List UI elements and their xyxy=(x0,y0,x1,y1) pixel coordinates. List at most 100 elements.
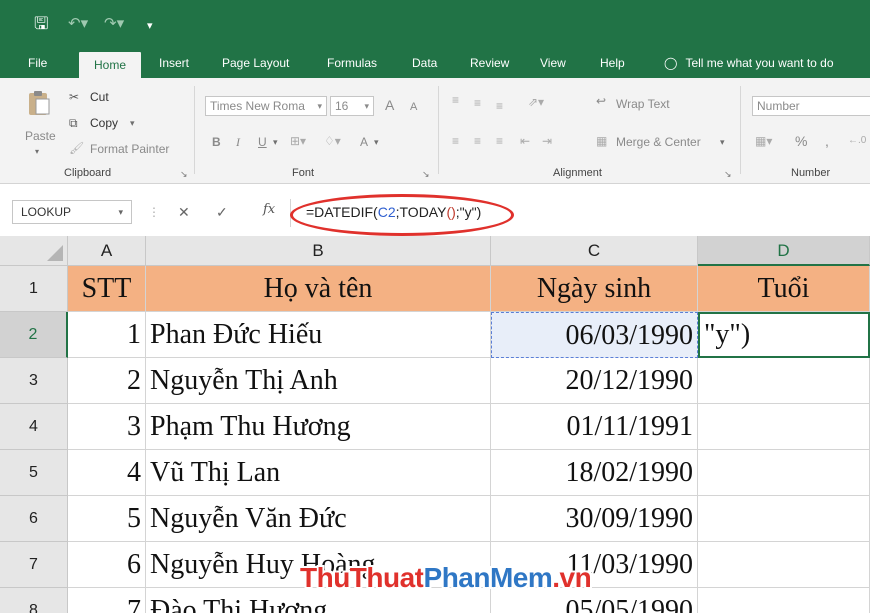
cell-stt[interactable]: 7 xyxy=(68,588,146,613)
grow-font-button[interactable]: A xyxy=(385,97,394,113)
tell-me-box[interactable]: ◯ Tell me what you want to do xyxy=(664,48,834,78)
fill-color-icon[interactable]: ♢▾ xyxy=(324,133,341,149)
merge-dropdown-icon[interactable]: ▾ xyxy=(720,134,725,150)
cell-name[interactable]: Nguyễn Văn Đức xyxy=(146,496,491,542)
borders-icon[interactable]: ⊞▾ xyxy=(290,133,306,149)
cell-birthdate[interactable]: 20/12/1990 xyxy=(491,358,698,404)
worksheet-grid[interactable]: A B C D 1 2 3 4 5 6 7 8 STT Họ và tên Ng… xyxy=(0,236,870,613)
header-cell-age[interactable]: Tuổi xyxy=(698,266,870,312)
row-header[interactable]: 7 xyxy=(0,542,68,588)
column-header-c[interactable]: C xyxy=(491,236,698,266)
redo-icon[interactable]: ↷▾ xyxy=(104,14,124,34)
format-painter-icon[interactable]: 🖌 xyxy=(69,140,84,156)
cell-age[interactable] xyxy=(698,358,870,404)
bottom-align-icon[interactable]: ≡ xyxy=(496,98,503,114)
row-header[interactable]: 4 xyxy=(0,404,68,450)
enter-icon[interactable]: ✓ xyxy=(216,203,228,221)
cell-birthdate[interactable]: 01/11/1991 xyxy=(491,404,698,450)
align-right-icon[interactable]: ≡ xyxy=(496,133,503,149)
underline-dropdown-icon[interactable]: ▾ xyxy=(273,134,278,150)
row-header[interactable]: 3 xyxy=(0,358,68,404)
tab-view[interactable]: View xyxy=(540,48,566,78)
tab-file[interactable]: File xyxy=(28,48,47,78)
tab-help[interactable]: Help xyxy=(600,48,625,78)
copy-dropdown-icon[interactable]: ▾ xyxy=(130,115,135,131)
currency-icon[interactable]: ▦▾ xyxy=(755,133,772,149)
number-format-combo[interactable]: Number xyxy=(752,96,870,116)
cell-birthdate[interactable]: 30/09/1990 xyxy=(491,496,698,542)
tab-page-layout[interactable]: Page Layout xyxy=(222,48,289,78)
cell-age[interactable] xyxy=(698,450,870,496)
row-header[interactable]: 1 xyxy=(0,266,68,312)
row-header[interactable]: 2 xyxy=(0,312,68,358)
wrap-text-icon[interactable]: ↩ xyxy=(596,93,606,109)
name-box[interactable]: LOOKUP ▾ xyxy=(12,200,132,224)
undo-icon[interactable]: ↶▾ xyxy=(68,14,88,34)
cut-button[interactable]: Cut xyxy=(90,89,109,105)
row-header[interactable]: 6 xyxy=(0,496,68,542)
header-cell-stt[interactable]: STT xyxy=(68,266,146,312)
header-cell-name[interactable]: Họ và tên xyxy=(146,266,491,312)
column-header-d[interactable]: D xyxy=(698,236,870,266)
customize-qat-icon[interactable]: ▾ xyxy=(147,16,153,36)
alignment-launcher-icon[interactable]: ↘ xyxy=(724,169,732,180)
formula-input[interactable]: =DATEDIF(C2;TODAY();"y") xyxy=(306,203,481,221)
italic-button[interactable]: I xyxy=(236,134,240,150)
cell-stt[interactable]: 3 xyxy=(68,404,146,450)
middle-align-icon[interactable]: ≡ xyxy=(474,95,481,111)
row-header[interactable]: 8 xyxy=(0,588,68,613)
cell-birthdate[interactable]: 18/02/1990 xyxy=(491,450,698,496)
cell-stt[interactable]: 2 xyxy=(68,358,146,404)
column-header-b[interactable]: B xyxy=(146,236,491,266)
bold-button[interactable]: B xyxy=(212,134,221,150)
tab-review[interactable]: Review xyxy=(470,48,509,78)
tab-insert[interactable]: Insert xyxy=(159,48,189,78)
font-name-combo[interactable]: Times New Roma ▾ xyxy=(205,96,327,116)
format-painter-button[interactable]: Format Painter xyxy=(90,141,169,157)
save-icon[interactable]: 🖫 xyxy=(34,14,48,34)
decrease-indent-icon[interactable]: ⇤ xyxy=(520,133,530,149)
select-all-corner[interactable] xyxy=(0,236,68,266)
cell-stt[interactable]: 5 xyxy=(68,496,146,542)
font-launcher-icon[interactable]: ↘ xyxy=(422,169,430,180)
tab-formulas[interactable]: Formulas xyxy=(327,48,377,78)
row-header[interactable]: 5 xyxy=(0,450,68,496)
underline-button[interactable]: U xyxy=(258,134,267,150)
name-box-dropdown-icon[interactable]: ▾ xyxy=(118,201,123,223)
comma-button[interactable]: , xyxy=(825,133,829,149)
insert-function-button[interactable]: fx xyxy=(263,202,275,217)
clipboard-launcher-icon[interactable]: ↘ xyxy=(180,169,188,180)
wrap-text-button[interactable]: Wrap Text xyxy=(616,96,670,112)
cell-stt[interactable]: 1 xyxy=(68,312,146,358)
paste-icon[interactable] xyxy=(28,90,50,116)
cell-name[interactable]: Nguyễn Thị Anh xyxy=(146,358,491,404)
increase-indent-icon[interactable]: ⇥ xyxy=(542,133,552,149)
orientation-icon[interactable]: ⇗▾ xyxy=(528,94,544,110)
font-size-dropdown-icon[interactable]: ▾ xyxy=(364,97,369,115)
font-color-dropdown-icon[interactable]: ▾ xyxy=(374,134,379,150)
align-left-icon[interactable]: ≡ xyxy=(452,133,459,149)
cell-age[interactable] xyxy=(698,496,870,542)
cell-age[interactable] xyxy=(698,588,870,613)
tab-home[interactable]: Home xyxy=(79,52,141,78)
cell-birthdate-referenced[interactable]: 06/03/1990 xyxy=(491,312,698,358)
header-cell-birthdate[interactable]: Ngày sinh xyxy=(491,266,698,312)
tab-data[interactable]: Data xyxy=(412,48,437,78)
font-color-button[interactable]: A xyxy=(360,134,368,150)
align-center-icon[interactable]: ≡ xyxy=(474,133,481,149)
font-size-combo[interactable]: 16 ▾ xyxy=(330,96,374,116)
increase-decimal-icon[interactable]: ←.0 xyxy=(848,133,866,149)
percent-button[interactable]: % xyxy=(795,133,807,149)
cell-name[interactable]: Phan Đức Hiếu xyxy=(146,312,491,358)
copy-icon[interactable]: ⧉ xyxy=(69,115,78,131)
cell-name[interactable]: Phạm Thu Hương xyxy=(146,404,491,450)
merge-center-icon[interactable]: ▦ xyxy=(596,133,607,149)
cell-age[interactable] xyxy=(698,542,870,588)
top-align-icon[interactable]: ≡ xyxy=(452,92,459,108)
cell-stt[interactable]: 6 xyxy=(68,542,146,588)
scissors-icon[interactable]: ✂ xyxy=(69,89,79,105)
paste-dropdown-icon[interactable]: ▾ xyxy=(35,144,39,160)
column-header-a[interactable]: A xyxy=(68,236,146,266)
shrink-font-button[interactable]: A xyxy=(410,99,417,115)
merge-center-button[interactable]: Merge & Center xyxy=(616,134,701,150)
